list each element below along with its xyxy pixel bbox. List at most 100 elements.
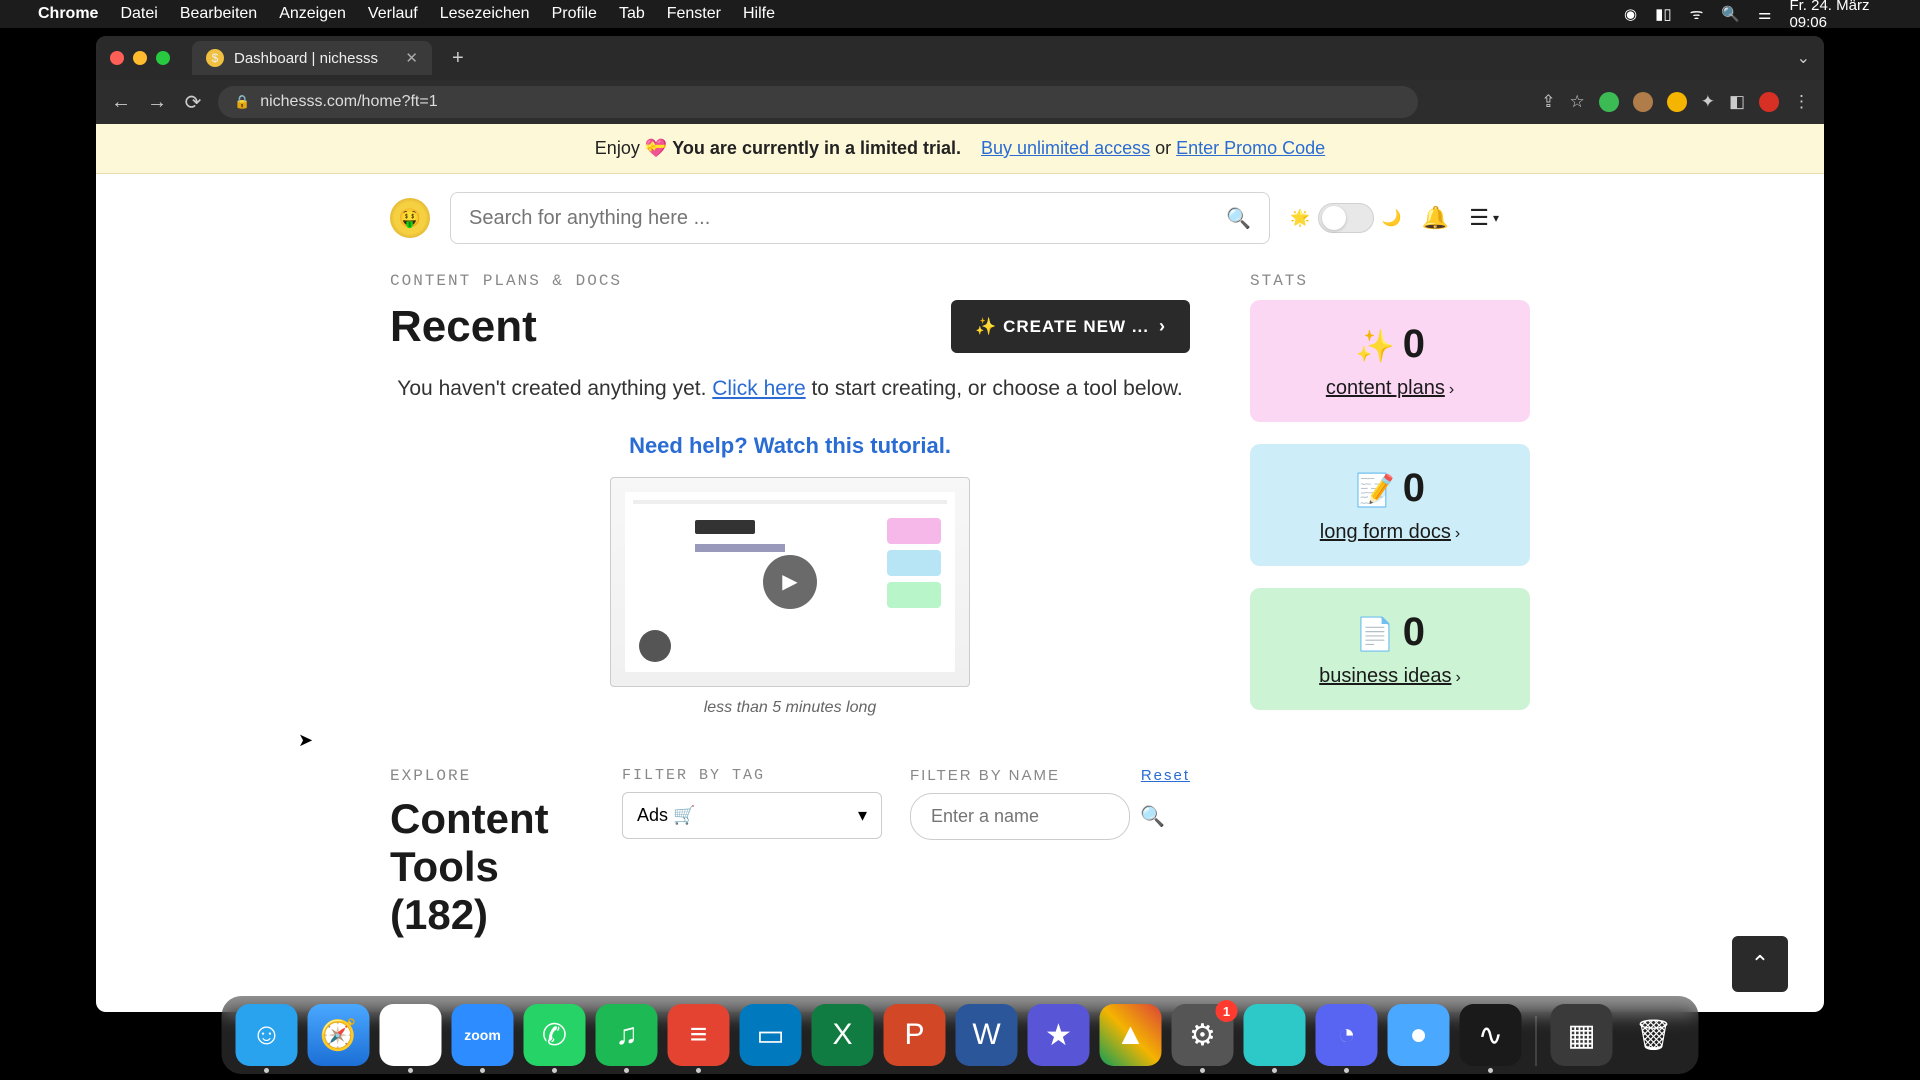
dock-app-word[interactable]: W [956, 1004, 1018, 1066]
search-box[interactable]: 🔍 [450, 192, 1270, 244]
reload-button[interactable]: ⟳ [182, 90, 204, 115]
app-logo[interactable]: 🤑 [390, 198, 430, 238]
trial-banner: Enjoy 💝 You are currently in a limited t… [96, 124, 1824, 174]
menu-bearbeiten[interactable]: Bearbeiten [180, 5, 257, 23]
theme-toggle[interactable] [1318, 203, 1374, 233]
chrome-menu-icon[interactable]: ⋮ [1793, 92, 1810, 112]
menu-tab[interactable]: Tab [619, 5, 645, 23]
dock-app-safari[interactable]: 🧭 [308, 1004, 370, 1066]
browser-tab[interactable]: $ Dashboard | nichesss ✕ [192, 41, 432, 75]
minimize-window-button[interactable] [133, 51, 147, 65]
dock-app-voice[interactable]: ∿ [1460, 1004, 1522, 1066]
chevron-down-icon: ▾ [858, 805, 867, 826]
close-window-button[interactable] [110, 51, 124, 65]
menu-hilfe[interactable]: Hilfe [743, 5, 775, 23]
control-center-icon[interactable]: ⚌ [1758, 5, 1771, 23]
tabs-dropdown-icon[interactable]: ⌄ [1797, 48, 1810, 68]
search-input[interactable] [469, 207, 1226, 230]
forward-button[interactable]: → [146, 91, 168, 114]
running-indicator [552, 1068, 557, 1073]
menu-anzeigen[interactable]: Anzeigen [279, 5, 346, 23]
dock-app-powerpoint[interactable]: P [884, 1004, 946, 1066]
search-icon[interactable]: 🔍 [1226, 206, 1251, 231]
close-tab-icon[interactable]: ✕ [405, 49, 418, 67]
profile-avatar[interactable] [1759, 92, 1779, 112]
filter-tag-select[interactable]: Ads 🛒 ▾ [622, 792, 882, 839]
record-icon[interactable]: ◉ [1624, 5, 1637, 23]
dock-app-discord[interactable]: ◔ [1316, 1004, 1378, 1066]
tutorial-heading[interactable]: Need help? Watch this tutorial. [390, 433, 1190, 459]
menu-verlauf[interactable]: Verlauf [368, 5, 418, 23]
filter-name-label: FILTER BY NAME [910, 767, 1060, 784]
tutorial-video-thumbnail[interactable]: ▶ [610, 477, 970, 687]
battery-icon[interactable]: ▮▯ [1655, 5, 1672, 23]
window-controls [110, 51, 170, 65]
business-ideas-link[interactable]: business ideas› [1268, 665, 1512, 688]
sidepanel-icon[interactable]: ◧ [1729, 92, 1745, 112]
dock-app-app-teal[interactable] [1244, 1004, 1306, 1066]
running-indicator [480, 1068, 485, 1073]
dock-app-settings[interactable]: ⚙1 [1172, 1004, 1234, 1066]
dock-app-trello[interactable]: ▭ [740, 1004, 802, 1066]
extension-icon-1[interactable] [1599, 92, 1619, 112]
running-indicator [696, 1068, 701, 1073]
banner-bold: You are currently in a limited trial. [672, 138, 961, 158]
dock-app-zoom[interactable]: zoom [452, 1004, 514, 1066]
address-bar[interactable]: 🔒 nichesss.com/home?ft=1 [218, 86, 1418, 118]
click-here-link[interactable]: Click here [712, 377, 805, 400]
dock-app-drive[interactable]: ▲ [1100, 1004, 1162, 1066]
macos-menubar: Chrome Datei Bearbeiten Anzeigen Verlauf… [0, 0, 1920, 28]
dock-app-excel[interactable]: X [812, 1004, 874, 1066]
tab-favicon: $ [206, 49, 224, 67]
dock-app-grid[interactable]: ▦ [1551, 1004, 1613, 1066]
dock-app-spotify[interactable]: ♫ [596, 1004, 658, 1066]
main-menu-button[interactable]: ☰ ▾ [1469, 205, 1499, 231]
menubar-app-name[interactable]: Chrome [38, 5, 98, 23]
content-tools-heading: Content Tools (182) [390, 795, 594, 939]
scroll-to-top-button[interactable]: ⌃ [1732, 936, 1788, 992]
extension-icon-2[interactable] [1633, 92, 1653, 112]
url-text: nichesss.com/home?ft=1 [260, 93, 437, 111]
dock-app-todoist[interactable]: ≡ [668, 1004, 730, 1066]
search-icon[interactable]: 🔍 [1721, 5, 1740, 23]
chevron-right-icon: › [1159, 316, 1166, 337]
dock-app-browser2[interactable]: ● [1388, 1004, 1450, 1066]
browser-window: $ Dashboard | nichesss ✕ + ⌄ ← → ⟳ 🔒 nic… [96, 36, 1824, 1012]
dock-app-finder[interactable]: ☺ [236, 1004, 298, 1066]
filter-search-icon[interactable]: 🔍 [1140, 804, 1165, 829]
tab-title: Dashboard | nichesss [234, 50, 378, 67]
video-caption: less than 5 minutes long [390, 699, 1190, 717]
dock-app-imovie[interactable]: ★ [1028, 1004, 1090, 1066]
play-icon: ▶ [763, 555, 817, 609]
notifications-bell-icon[interactable]: 🔔 [1422, 205, 1449, 231]
running-indicator [264, 1068, 269, 1073]
long-form-docs-link[interactable]: long form docs› [1268, 521, 1512, 544]
reset-link[interactable]: Reset [1141, 767, 1190, 784]
menubar-clock[interactable]: Fr. 24. März 09:06 [1789, 0, 1904, 31]
content-plans-link[interactable]: content plans› [1268, 377, 1512, 400]
dock-separator [1536, 1016, 1537, 1066]
extensions-puzzle-icon[interactable]: ✦ [1701, 92, 1715, 112]
menu-lesezeichen[interactable]: Lesezeichen [440, 5, 530, 23]
bookmark-star-icon[interactable]: ☆ [1569, 92, 1584, 112]
filter-tag-value: Ads 🛒 [637, 805, 695, 826]
menu-profile[interactable]: Profile [552, 5, 597, 23]
create-new-button[interactable]: ✨ CREATE NEW ... › [951, 300, 1190, 353]
dock-trash[interactable]: 🗑 [1623, 1004, 1685, 1066]
menu-datei[interactable]: Datei [120, 5, 157, 23]
share-icon[interactable]: ⇪ [1541, 92, 1555, 112]
menu-fenster[interactable]: Fenster [667, 5, 721, 23]
stat-card-long-form: 📝0 long form docs› [1250, 444, 1530, 566]
new-tab-button[interactable]: + [442, 43, 474, 74]
buy-access-link[interactable]: Buy unlimited access [981, 138, 1150, 158]
maximize-window-button[interactable] [156, 51, 170, 65]
dock-app-whatsapp[interactable]: ✆ [524, 1004, 586, 1066]
filter-name-input[interactable] [910, 793, 1130, 840]
promo-code-link[interactable]: Enter Promo Code [1176, 138, 1325, 158]
extension-icon-3[interactable] [1667, 92, 1687, 112]
banner-or: or [1155, 138, 1176, 158]
back-button[interactable]: ← [110, 91, 132, 114]
running-indicator [408, 1068, 413, 1073]
wifi-icon[interactable]: ᯤ [1690, 4, 1704, 24]
dock-app-chrome[interactable]: ◉ [380, 1004, 442, 1066]
